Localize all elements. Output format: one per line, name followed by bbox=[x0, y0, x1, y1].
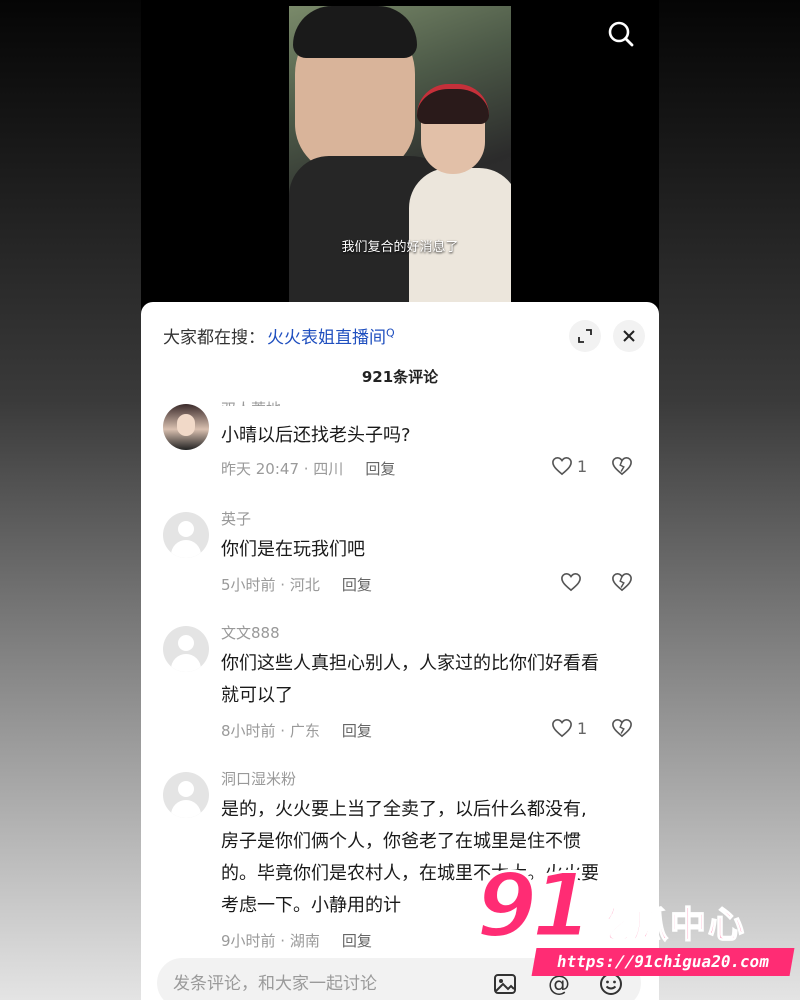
comment-item: 英子 你们是在玩我们吧 5小时前 · 河北 回复 bbox=[163, 508, 641, 608]
dislike-button[interactable] bbox=[611, 718, 633, 742]
comment-author[interactable]: 双人蓄地 bbox=[221, 396, 281, 406]
comment-text-line: 是的，火火要上当了全卖了，以后什么都没有, bbox=[221, 799, 587, 820]
comment-meta: 9小时前 · 湖南 回复 bbox=[221, 930, 372, 951]
broken-heart-icon bbox=[612, 456, 632, 476]
video-person-man-hair bbox=[293, 6, 417, 58]
video-player[interactable]: 我们复合的好消息了 bbox=[289, 6, 511, 306]
watermark: 91 吃瓜中心 https://91chigua20.com bbox=[474, 854, 796, 988]
trending-search-bar: 大家都在搜： 火火表姐直播间Q bbox=[163, 320, 645, 352]
avatar[interactable] bbox=[163, 772, 209, 818]
like-button[interactable]: 1 bbox=[551, 456, 587, 476]
video-subtitle: 我们复合的好消息了 bbox=[341, 240, 459, 255]
expand-icon bbox=[578, 329, 592, 343]
comment-time: 5小时前 · 河北 bbox=[221, 576, 320, 594]
heart-icon bbox=[552, 456, 572, 476]
comment-item: 双人蓄地 小晴以后还找老头子吗? 昨天 20:47 · 四川回复 1 bbox=[163, 400, 641, 490]
comment-time: 昨天 20:47 · 四川 bbox=[221, 460, 344, 478]
avatar[interactable] bbox=[163, 512, 209, 558]
reply-button[interactable]: 回复 bbox=[365, 460, 395, 478]
phone-screen: 我们复合的好消息了 大家都在搜： 火火表姐直播间Q 921条评论 小晴以后还找老… bbox=[141, 0, 659, 1000]
close-button[interactable] bbox=[613, 320, 645, 352]
search-icon bbox=[608, 21, 634, 47]
reply-button[interactable]: 回复 bbox=[342, 722, 372, 740]
like-button[interactable]: 1 bbox=[551, 718, 587, 738]
comment-meta: 8小时前 · 广东 回复 bbox=[221, 720, 372, 741]
expand-button[interactable] bbox=[569, 320, 601, 352]
background-right bbox=[659, 0, 800, 1000]
close-icon bbox=[623, 330, 635, 342]
comment-author[interactable]: 文文888 bbox=[221, 622, 280, 643]
avatar[interactable] bbox=[163, 404, 209, 450]
broken-heart-icon bbox=[612, 572, 632, 592]
comment-meta: 5小时前 · 河北 回复 bbox=[221, 574, 372, 595]
comment-time: 8小时前 · 广东 bbox=[221, 722, 320, 740]
comment-author[interactable]: 英子 bbox=[221, 508, 251, 529]
comment-count: 921条评论 bbox=[361, 368, 439, 386]
watermark-name: 吃瓜中心 bbox=[593, 904, 747, 947]
watermark-url: https://91chigua20.com bbox=[531, 948, 795, 976]
dislike-button[interactable] bbox=[611, 572, 633, 596]
broken-heart-icon bbox=[612, 718, 632, 738]
comment-text: 你们是在玩我们吧 bbox=[221, 539, 365, 560]
comment-meta: 昨天 20:47 · 四川 回复 bbox=[221, 458, 395, 479]
watermark-logo: 91 bbox=[474, 854, 594, 957]
comment-text-line: 考虑一下。小静用的计 bbox=[221, 895, 401, 916]
comment-text-line: 就可以了 bbox=[221, 685, 293, 706]
comment-text: 小晴以后还找老头子吗? bbox=[221, 425, 411, 446]
search-small-icon: Q bbox=[386, 325, 395, 339]
like-button[interactable] bbox=[560, 572, 582, 592]
trending-search-link[interactable]: 火火表姐直播间Q bbox=[267, 323, 395, 348]
like-count: 1 bbox=[577, 456, 588, 476]
video-person-woman-hair bbox=[417, 84, 489, 124]
comment-text-line: 你们这些人真担心别人，人家过的比你们好看看 bbox=[221, 653, 599, 674]
like-count: 1 bbox=[577, 718, 588, 738]
background-left bbox=[0, 0, 141, 1000]
heart-icon bbox=[561, 572, 581, 592]
reply-button[interactable]: 回复 bbox=[342, 576, 372, 594]
comment-time: 9小时前 · 湖南 bbox=[221, 932, 320, 950]
comment-item: 文文888 你们这些人真担心别人，人家过的比你们好看看 就可以了 8小时前 · … bbox=[163, 622, 641, 752]
avatar[interactable] bbox=[163, 626, 209, 672]
heart-icon bbox=[552, 718, 572, 738]
comment-input[interactable] bbox=[173, 970, 473, 998]
search-button[interactable] bbox=[603, 16, 639, 52]
trending-prefix: 大家都在搜： bbox=[163, 327, 265, 348]
dislike-button[interactable] bbox=[611, 456, 633, 480]
comment-author[interactable]: 洞口湿米粉 bbox=[221, 768, 296, 789]
trending-term: 火火表姐直播间 bbox=[267, 327, 386, 348]
reply-button[interactable]: 回复 bbox=[342, 932, 372, 950]
